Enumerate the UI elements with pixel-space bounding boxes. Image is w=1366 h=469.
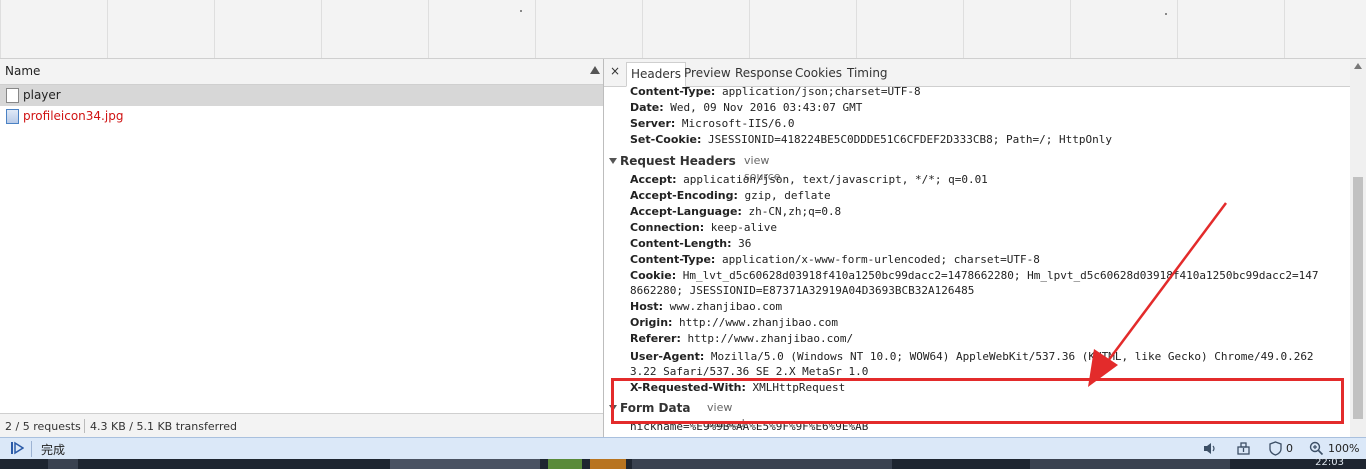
request-headers-section[interactable]: Request Headers view source bbox=[609, 153, 781, 183]
blocked-counter: 0 bbox=[1286, 442, 1293, 455]
request-row-profileicon[interactable]: profileicon34.jpg bbox=[0, 106, 603, 127]
request-header-line: Content-Length: 36 bbox=[630, 237, 752, 250]
timeline-mark bbox=[1165, 13, 1167, 15]
request-header-line: Origin: http://www.zhanjibao.com bbox=[630, 316, 838, 329]
timeline-overview[interactable] bbox=[0, 0, 1366, 59]
request-header-line: Accept: application/json, text/javascrip… bbox=[630, 173, 988, 186]
timeline-divider bbox=[107, 0, 108, 58]
timeline-divider bbox=[749, 0, 750, 58]
os-taskbar: 22:03 bbox=[0, 457, 1366, 469]
response-header-line: Content-Type: application/json;charset=U… bbox=[630, 85, 921, 98]
zoom-level[interactable]: 100% bbox=[1328, 442, 1359, 455]
request-header-line: Host: www.zhanjibao.com bbox=[630, 300, 783, 313]
transfer-size: 4.3 KB / 5.1 KB transferred bbox=[90, 420, 237, 433]
image-file-icon bbox=[6, 109, 19, 124]
request-name: profileicon34.jpg bbox=[23, 109, 124, 123]
name-column-label: Name bbox=[5, 64, 41, 78]
timeline-divider bbox=[214, 0, 215, 58]
expand-triangle-icon bbox=[609, 158, 617, 164]
request-name: player bbox=[23, 88, 61, 102]
timeline-divider bbox=[963, 0, 964, 58]
network-summary-bar: 2 / 5 requests 4.3 KB / 5.1 KB transferr… bbox=[0, 413, 603, 438]
download-manager-icon[interactable] bbox=[1236, 441, 1251, 456]
scrollbar-thumb[interactable] bbox=[1353, 177, 1363, 419]
taskbar-app-button[interactable] bbox=[390, 459, 540, 469]
detail-tab-bar: × Headers Preview Response Cookies Timin… bbox=[604, 59, 1366, 87]
timeline-mark bbox=[520, 10, 522, 12]
timeline-divider bbox=[321, 0, 322, 58]
taskbar-app-button[interactable] bbox=[590, 459, 626, 469]
timeline-divider bbox=[856, 0, 857, 58]
timeline-divider bbox=[1070, 0, 1071, 58]
timeline-divider bbox=[642, 0, 643, 58]
request-header-line: Content-Type: application/x-www-form-url… bbox=[630, 253, 1040, 266]
taskbar-app-button[interactable] bbox=[48, 459, 78, 469]
request-list-panel: Name player profileicon34.jpg 2 / 5 requ… bbox=[0, 59, 603, 438]
annotation-arrow-icon bbox=[1088, 202, 1228, 387]
highlight-annotation-box bbox=[611, 378, 1344, 424]
summary-divider bbox=[84, 419, 85, 433]
response-header-line: Set-Cookie: JSESSIONID=418224BE5C0DDDE51… bbox=[630, 133, 1112, 146]
tab-timing[interactable]: Timing bbox=[843, 62, 892, 85]
timeline-divider bbox=[0, 0, 1, 58]
sidebar-toggle-icon[interactable] bbox=[10, 441, 24, 455]
status-divider bbox=[31, 441, 32, 457]
close-icon[interactable]: × bbox=[610, 64, 620, 78]
timeline-divider bbox=[1284, 0, 1285, 58]
request-count: 2 / 5 requests bbox=[5, 420, 81, 433]
sort-ascending-icon bbox=[590, 66, 600, 74]
zoom-icon[interactable] bbox=[1309, 441, 1324, 456]
timeline-divider bbox=[1177, 0, 1178, 58]
tab-cookies[interactable]: Cookies bbox=[791, 62, 846, 85]
taskbar-app-button[interactable] bbox=[1030, 459, 1230, 469]
tab-preview[interactable]: Preview bbox=[680, 62, 735, 85]
request-row-player[interactable]: player bbox=[0, 85, 603, 106]
document-icon bbox=[6, 88, 19, 103]
request-header-line: Accept-Language: zh-CN,zh;q=0.8 bbox=[630, 205, 842, 218]
request-detail-panel: × Headers Preview Response Cookies Timin… bbox=[604, 59, 1366, 437]
detail-scrollbar[interactable] bbox=[1350, 59, 1366, 437]
security-shield-icon[interactable] bbox=[1268, 441, 1283, 456]
timeline-divider bbox=[428, 0, 429, 58]
taskbar-clock: 22:03 bbox=[1315, 457, 1344, 468]
response-header-line: Server: Microsoft-IIS/6.0 bbox=[630, 117, 795, 130]
response-header-line: Date: Wed, 09 Nov 2016 03:43:07 GMT bbox=[630, 101, 863, 114]
request-header-line: Referer: http://www.zhanjibao.com/ bbox=[630, 332, 854, 345]
taskbar-app-button[interactable] bbox=[548, 459, 582, 469]
scroll-up-icon[interactable] bbox=[1354, 63, 1362, 69]
tab-response[interactable]: Response bbox=[731, 62, 797, 85]
speaker-icon[interactable] bbox=[1202, 441, 1217, 456]
timeline-divider bbox=[535, 0, 536, 58]
request-header-line: Connection: keep-alive bbox=[630, 221, 777, 234]
request-header-line: Accept-Encoding: gzip, deflate bbox=[630, 189, 831, 202]
taskbar-app-button[interactable] bbox=[632, 459, 892, 469]
request-header-continuation: 8662280; JSESSIONID=E87371A32919A04D3693… bbox=[630, 284, 975, 297]
browser-status-bar: 完成 0 100% bbox=[0, 437, 1366, 460]
page-status-text: 完成 bbox=[41, 443, 66, 457]
name-column-header[interactable]: Name bbox=[0, 59, 603, 85]
